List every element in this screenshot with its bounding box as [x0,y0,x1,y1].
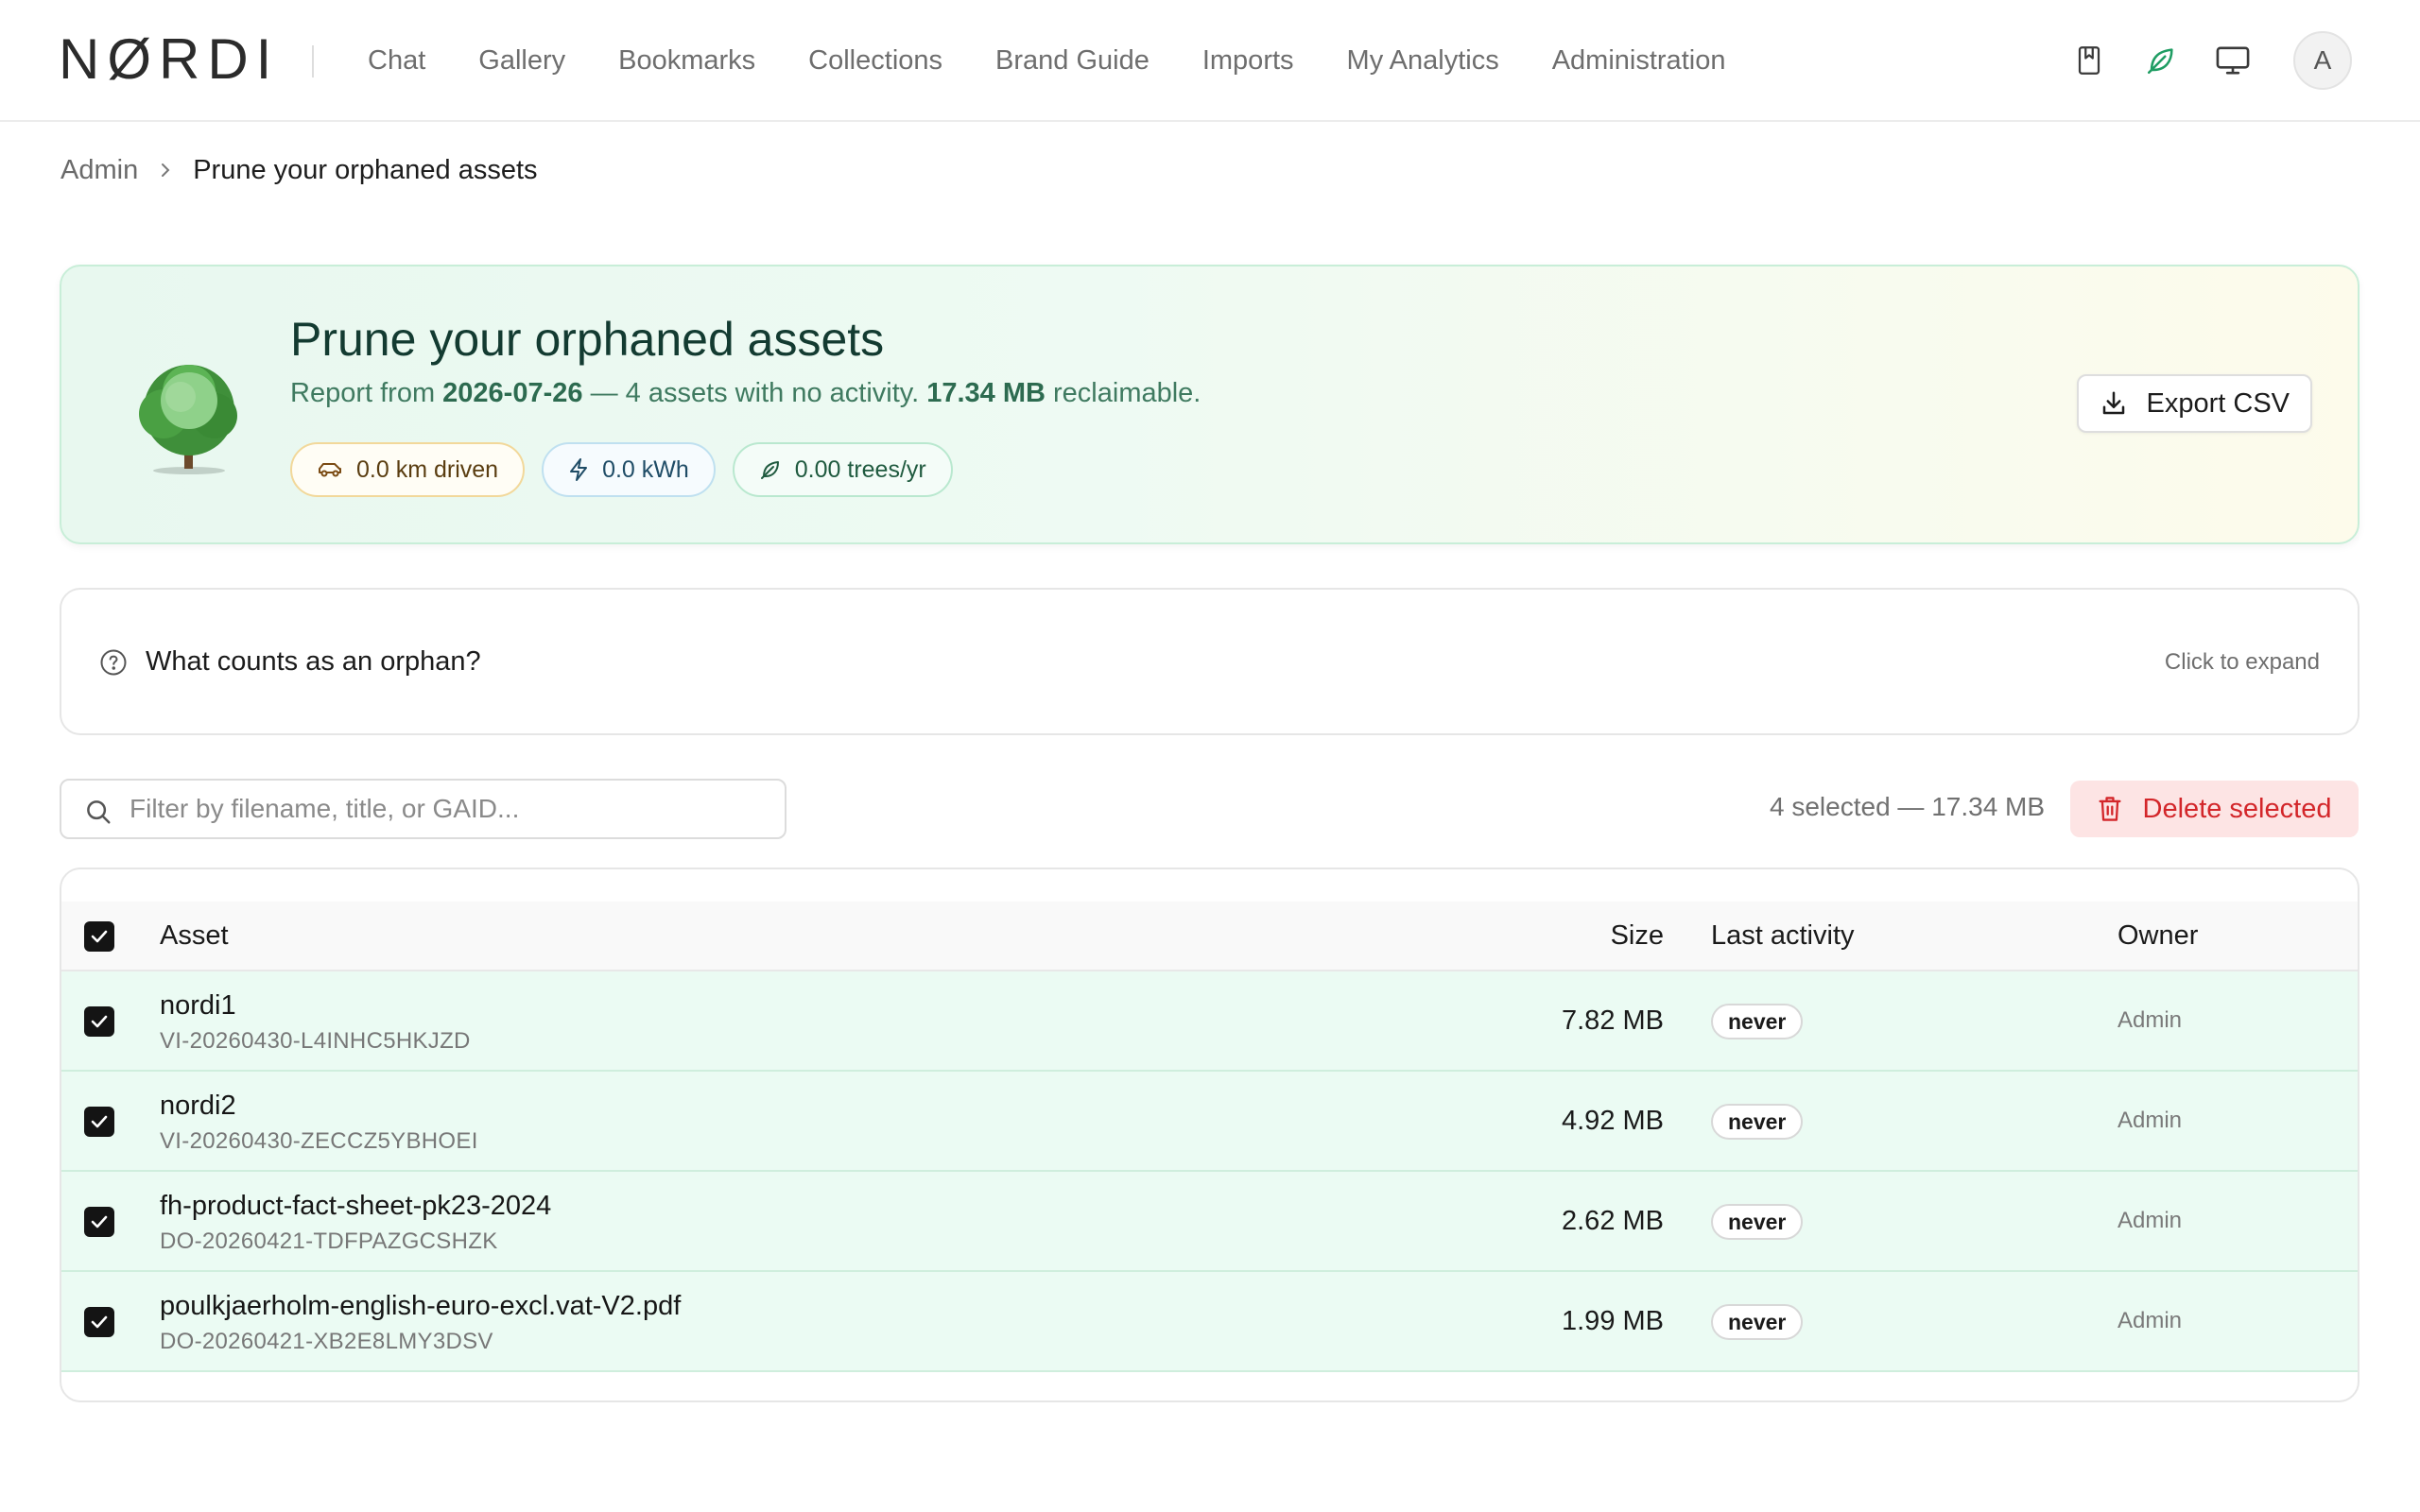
asset-size: 4.92 MB [1562,1106,1664,1136]
table-header: Asset Size Last activity Owner [61,902,2358,971]
orphaned-assets-table: Asset Size Last activity Owner nordi1 VI… [60,868,2360,1402]
nav-item-gallery[interactable]: Gallery [478,45,565,77]
chip-km-driven: 0.0 km driven [290,442,526,497]
last-activity-badge: never [1711,1204,1804,1240]
asset-name: nordi1 [160,990,236,1021]
selection-summary: 4 selected — 17.34 MB [1770,792,2046,821]
orphan-faq-expander[interactable]: What counts as an orphan? Click to expan… [60,588,2360,735]
logo-divider [312,45,314,77]
column-header-size[interactable]: Size [1611,920,1664,952]
row-checkbox[interactable] [84,1107,114,1137]
nav-item-imports[interactable]: Imports [1202,45,1294,77]
search-icon [84,798,112,831]
table-row[interactable]: poulkjaerholm-english-euro-excl.vat-V2.p… [61,1272,2358,1372]
row-checkbox[interactable] [84,1207,114,1237]
hero-summary-prefix: Report from [290,378,443,408]
faq-title: What counts as an orphan? [146,646,481,677]
asset-size: 1.99 MB [1562,1306,1664,1336]
column-header-last-activity[interactable]: Last activity [1711,920,1855,952]
help-circle-icon [99,648,128,681]
prune-summary-card: Prune your orphaned assets Report from 2… [60,265,2360,544]
leaf-icon[interactable] [2142,42,2180,79]
nav-item-brand-guide[interactable]: Brand Guide [995,45,1150,77]
chip-km-label: 0.0 km driven [356,455,499,483]
hero-summary: Report from 2026-07-26 — 4 assets with n… [290,378,1201,409]
nav-item-administration[interactable]: Administration [1552,45,1726,77]
monitor-icon[interactable] [2214,42,2252,79]
delete-selected-button[interactable]: Delete selected [2070,781,2359,837]
leaf-icon [759,458,782,481]
chip-kwh: 0.0 kWh [542,442,716,497]
impact-chips: 0.0 km driven 0.0 kWh 0.00 trees/yr [290,442,970,497]
asset-size: 2.62 MB [1562,1206,1664,1236]
reclaimable-size: 17.34 MB [926,378,1046,408]
nav-item-bookmarks[interactable]: Bookmarks [618,45,755,77]
asset-owner: Admin [2118,1308,2183,1333]
last-activity-badge: never [1711,1304,1804,1340]
row-checkbox[interactable] [84,1307,114,1337]
chevron-right-icon [159,161,172,180]
chip-kwh-label: 0.0 kWh [602,455,689,483]
download-icon [2100,389,2128,418]
asset-gaid: VI-20260430-ZECCZ5YBHOEI [160,1128,478,1154]
nav-item-chat[interactable]: Chat [368,45,425,77]
faq-expand-hint: Click to expand [2164,649,2320,675]
table-row[interactable]: nordi2 VI-20260430-ZECCZ5YBHOEI 4.92 MB … [61,1072,2358,1172]
asset-owner: Admin [2118,1208,2183,1233]
report-date: 2026-07-26 [442,378,583,408]
top-navigation-bar: NØRDI Chat Gallery Bookmarks Collections… [0,0,2420,122]
asset-gaid: DO-20260421-XB2E8LMY3DSV [160,1329,493,1354]
export-csv-label: Export CSV [2146,387,2290,419]
select-all-checkbox[interactable] [84,921,114,952]
hero-title: Prune your orphaned assets [290,313,885,366]
search-field[interactable] [60,779,786,839]
table-row[interactable]: nordi1 VI-20260430-L4INHC5HKJZD 7.82 MB … [61,971,2358,1072]
asset-name: fh-product-fact-sheet-pk23-2024 [160,1191,552,1221]
asset-gaid: VI-20260430-L4INHC5HKJZD [160,1028,471,1054]
asset-size: 7.82 MB [1562,1005,1664,1036]
lightning-icon [568,457,589,482]
column-header-owner[interactable]: Owner [2118,920,2198,952]
asset-owner: Admin [2118,1007,2183,1033]
tree-illustration-icon [128,361,251,483]
search-input[interactable] [130,788,772,830]
column-header-asset[interactable]: Asset [160,920,229,952]
table-row[interactable]: fh-product-fact-sheet-pk23-2024 DO-20260… [61,1172,2358,1272]
hero-summary-suffix: reclaimable. [1045,378,1201,408]
delete-selected-label: Delete selected [2142,793,2332,824]
main-nav: Chat Gallery Bookmarks Collections Brand… [368,38,1778,83]
trash-icon [2098,795,2122,823]
export-csv-button[interactable]: Export CSV [2076,374,2312,433]
asset-name: nordi2 [160,1091,236,1121]
last-activity-badge: never [1711,1104,1804,1140]
breadcrumb-current: Prune your orphaned assets [193,154,538,185]
asset-owner: Admin [2118,1108,2183,1133]
row-checkbox[interactable] [84,1006,114,1037]
asset-name: poulkjaerholm-english-euro-excl.vat-V2.p… [160,1291,682,1321]
header-actions: A [2036,30,2352,91]
bookmark-icon[interactable] [2070,42,2108,79]
last-activity-badge: never [1711,1004,1804,1040]
asset-gaid: DO-20260421-TDFPAZGCSHZK [160,1228,498,1254]
nav-item-my-analytics[interactable]: My Analytics [1347,45,1499,77]
car-icon [317,460,343,479]
user-avatar[interactable]: A [2293,31,2352,90]
hero-summary-middle: — 4 assets with no activity. [582,378,927,408]
nordi-logo[interactable]: NØRDI [59,28,279,91]
breadcrumb-admin-link[interactable]: Admin [60,155,138,186]
breadcrumb: Admin Prune your orphaned assets [60,151,538,189]
nav-item-collections[interactable]: Collections [808,45,942,77]
chip-trees-per-year: 0.00 trees/yr [732,442,953,497]
chip-trees-label: 0.00 trees/yr [794,455,926,483]
